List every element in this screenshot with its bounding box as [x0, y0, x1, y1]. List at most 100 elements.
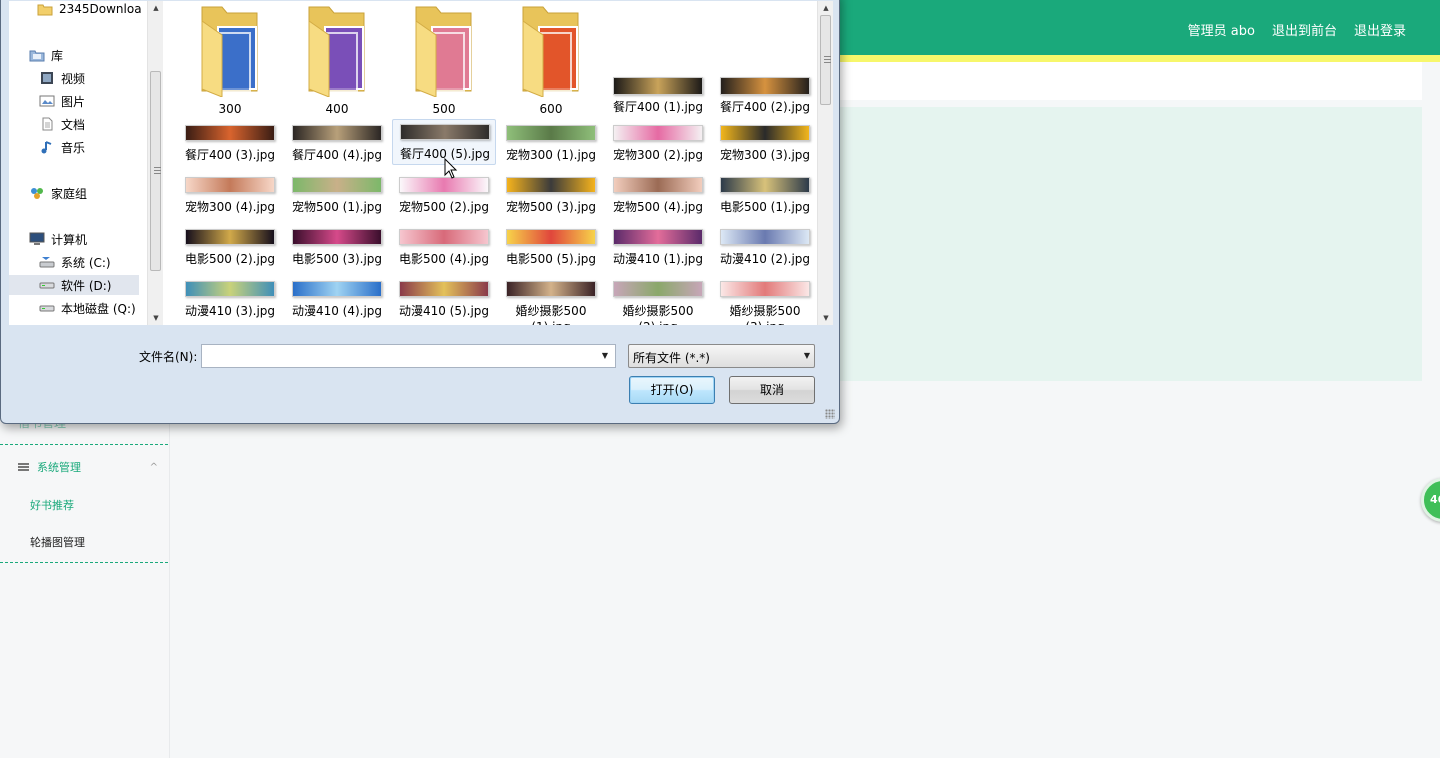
logout-link[interactable]: 退出登录 — [1354, 20, 1406, 39]
image-thumbnail — [720, 281, 810, 297]
content-panel — [840, 107, 1422, 381]
file-item[interactable]: 动漫410 (5).jpg — [392, 279, 496, 321]
file-item[interactable]: 宠物500 (2).jpg — [392, 175, 496, 217]
image-thumbnail — [720, 177, 810, 193]
nav-scroll-thumb[interactable] — [150, 71, 161, 271]
image-thumbnail — [185, 177, 275, 193]
system-drive-icon — [39, 255, 61, 269]
scroll-down-icon[interactable]: ▼ — [818, 311, 834, 325]
computer-icon — [29, 232, 51, 246]
folder-item[interactable]: 500 — [392, 1, 496, 119]
chevron-up-icon: ^ — [149, 461, 158, 473]
file-item[interactable]: 餐厅400 (4).jpg — [285, 123, 389, 165]
nav-item-label: 家庭组 — [51, 186, 88, 201]
file-item[interactable]: 电影500 (4).jpg — [392, 227, 496, 269]
homegroup-icon — [29, 186, 51, 200]
nav-item[interactable]: 图片 — [39, 91, 85, 111]
image-thumbnail — [185, 229, 275, 245]
admin-user-link[interactable]: 管理员 abo — [1188, 20, 1255, 39]
drive-icon — [39, 301, 61, 315]
file-item[interactable]: 宠物300 (2).jpg — [606, 123, 710, 165]
filename-input[interactable]: ▼ — [201, 344, 616, 368]
folder-icon — [415, 6, 472, 97]
image-thumbnail — [185, 125, 275, 141]
nav-item-label: 文档 — [61, 117, 86, 132]
open-button[interactable]: 打开(O) — [629, 376, 715, 404]
folder-item[interactable]: 600 — [499, 1, 603, 119]
folder-icon — [201, 6, 258, 97]
resize-grip[interactable] — [825, 409, 835, 419]
dialog-body: 2345Downloa 库视频图片文档音乐家庭组计算机系统 (C:) 软件 (D:)… — [9, 1, 833, 325]
exit-to-frontend-link[interactable]: 退出到前台 — [1272, 20, 1337, 39]
nav-item[interactable]: 计算机 — [29, 229, 87, 249]
nav-item-label: 本地磁盘 (Q:) — [61, 301, 136, 316]
nav-item[interactable]: 软件 (D:) — [9, 275, 139, 295]
file-name-line2: (1).jpg — [499, 319, 603, 325]
file-item[interactable]: 电影500 (5).jpg — [499, 227, 603, 269]
nav-item[interactable]: 系统 (C:) — [39, 252, 111, 272]
file-name: 动漫410 (2).jpg — [719, 252, 811, 266]
filetype-select[interactable]: 所有文件 (*.*) ▼ — [628, 344, 815, 368]
file-item[interactable]: 宠物500 (4).jpg — [606, 175, 710, 217]
menu-icon — [18, 463, 29, 471]
image-thumbnail — [506, 125, 596, 141]
sidebar-group-label: 系统管理 — [37, 461, 81, 474]
pictures-icon — [39, 94, 61, 108]
nav-item[interactable]: 音乐 — [39, 137, 85, 157]
file-item[interactable]: 餐厅400 (2).jpg — [713, 75, 817, 117]
nav-item[interactable]: 文档 — [39, 114, 85, 134]
cancel-button[interactable]: 取消 — [729, 376, 815, 404]
float-badge[interactable]: 46 — [1421, 478, 1440, 522]
file-item[interactable]: 婚纱摄影500(2).jpg — [606, 279, 710, 325]
file-item[interactable]: 宠物300 (3).jpg — [713, 123, 817, 165]
file-name: 电影500 (1).jpg — [719, 200, 811, 214]
nav-scrollbar[interactable]: ▲ ▼ — [147, 1, 163, 325]
chevron-down-icon[interactable]: ▼ — [597, 345, 613, 367]
scroll-up-icon[interactable]: ▲ — [148, 1, 164, 15]
file-item[interactable]: 动漫410 (3).jpg — [178, 279, 282, 321]
file-name: 宠物300 (3).jpg — [719, 148, 811, 162]
sidebar-item-recommend[interactable]: 好书推荐 — [30, 497, 74, 513]
folder-item[interactable]: 400 — [285, 1, 389, 119]
file-item[interactable]: 动漫410 (2).jpg — [713, 227, 817, 269]
file-item[interactable]: 婚纱摄影500(1).jpg — [499, 279, 603, 325]
file-item[interactable]: 宠物300 (1).jpg — [499, 123, 603, 165]
nav-item[interactable]: 库 — [29, 45, 63, 65]
file-item[interactable]: 电影500 (3).jpg — [285, 227, 389, 269]
nav-item[interactable]: 家庭组 — [29, 183, 87, 203]
nav-item[interactable]: 2345Downloa — [37, 0, 142, 19]
files-scroll-thumb[interactable] — [820, 15, 831, 105]
sidebar-group-system[interactable]: 系统管理 ^ — [18, 459, 158, 475]
file-item[interactable]: 宠物500 (1).jpg — [285, 175, 389, 217]
file-item[interactable]: 电影500 (2).jpg — [178, 227, 282, 269]
files-scrollbar[interactable]: ▲ ▼ — [817, 1, 833, 325]
nav-item[interactable]: 本地磁盘 (Q:) — [39, 298, 136, 318]
file-item[interactable]: 餐厅400 (3).jpg — [178, 123, 282, 165]
file-name: 动漫410 (5).jpg — [398, 304, 490, 318]
file-item[interactable]: 宠物500 (3).jpg — [499, 175, 603, 217]
file-name: 餐厅400 (2).jpg — [719, 100, 811, 114]
file-item[interactable]: 婚纱摄影500(3).jpg — [713, 279, 817, 325]
file-item[interactable]: 电影500 (1).jpg — [713, 175, 817, 217]
sidebar-item-carousel[interactable]: 轮播图管理 — [30, 534, 85, 550]
music-icon — [39, 140, 61, 154]
file-item[interactable]: 动漫410 (1).jpg — [606, 227, 710, 269]
image-thumbnail — [292, 281, 382, 297]
file-open-dialog: 2345Downloa 库视频图片文档音乐家庭组计算机系统 (C:) 软件 (D:)… — [0, 0, 840, 424]
content-header — [840, 62, 1422, 100]
file-item[interactable]: 动漫410 (4).jpg — [285, 279, 389, 321]
file-name: 动漫410 (1).jpg — [612, 252, 704, 266]
file-item[interactable]: 餐厅400 (1).jpg — [606, 75, 710, 117]
file-name: 婚纱摄影500 — [622, 304, 694, 318]
nav-item-label: 音乐 — [61, 140, 86, 155]
image-thumbnail — [400, 124, 490, 140]
file-name: 400 — [325, 102, 349, 116]
image-thumbnail — [399, 281, 489, 297]
folder-item[interactable]: 300 — [178, 1, 282, 119]
nav-item[interactable]: 视频 — [39, 68, 85, 88]
scroll-up-icon[interactable]: ▲ — [818, 1, 834, 15]
scroll-down-icon[interactable]: ▼ — [148, 311, 164, 325]
image-thumbnail — [185, 281, 275, 297]
folder-icon — [308, 6, 365, 97]
file-item[interactable]: 宠物300 (4).jpg — [178, 175, 282, 217]
